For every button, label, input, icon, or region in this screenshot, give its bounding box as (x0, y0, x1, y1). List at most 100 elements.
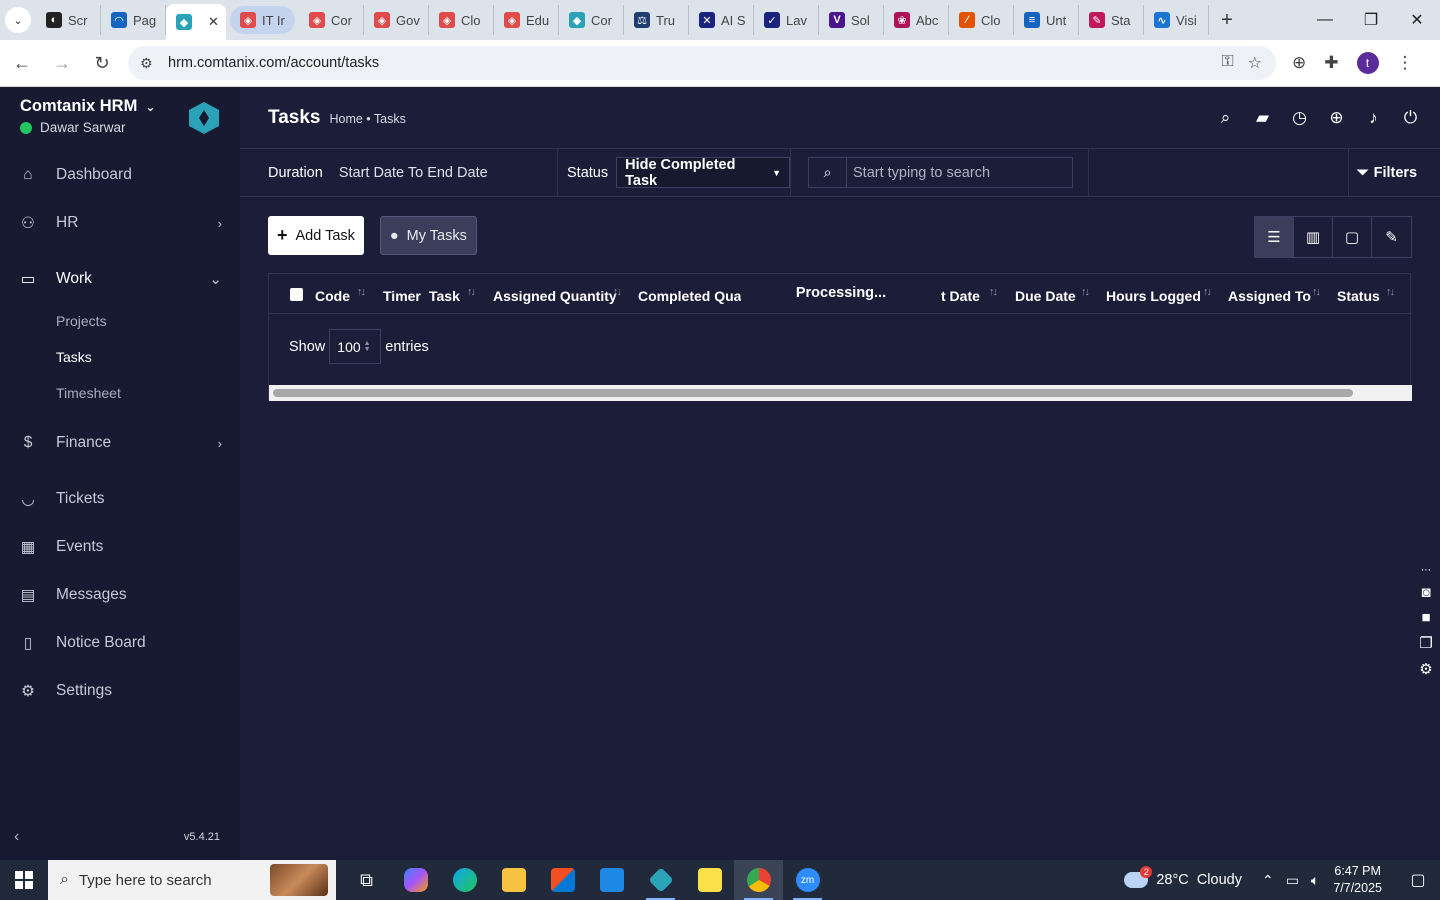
column-header-task[interactable]: Task (429, 288, 460, 304)
search-input[interactable] (847, 158, 1072, 187)
omnibox[interactable]: ⚙ hrm.comtanix.com/account/tasks ⚿ ☆ (128, 46, 1276, 80)
column-header-due-date[interactable]: Due Date (1015, 288, 1076, 304)
network-icon[interactable]: ▭ (1286, 872, 1299, 889)
duration-value[interactable]: Start Date To End Date (339, 165, 488, 181)
bookmark-star-icon[interactable]: ☆ (1248, 53, 1262, 73)
more-icon[interactable]: ⋯ (1421, 565, 1431, 576)
horizontal-scrollbar[interactable] (269, 385, 1412, 401)
browser-tab[interactable]: ❀ Abc (884, 5, 949, 35)
close-tab-icon[interactable]: ✕ (208, 14, 219, 30)
forward-icon[interactable]: → (44, 45, 80, 81)
file-explorer-icon[interactable] (489, 860, 538, 900)
browser-tab[interactable]: ⁄ Clo (949, 5, 1014, 35)
power-icon[interactable]: ⏻ (1401, 108, 1420, 127)
reload-icon[interactable]: ↻ (84, 45, 120, 81)
close-icon[interactable]: ✕ (1394, 0, 1440, 40)
translate-icon[interactable]: ⊕ (1292, 53, 1306, 73)
sidebar-item-tickets[interactable]: ◡ Tickets (0, 475, 240, 523)
scrollbar-thumb[interactable] (273, 389, 1353, 397)
sidebar-item-hr[interactable]: ⚇ HR › (0, 199, 240, 247)
select-all-checkbox[interactable] (290, 288, 303, 301)
tab-search-button[interactable]: ⌄ (0, 0, 36, 40)
browser-tab[interactable]: ◐ Scr (36, 5, 101, 35)
notification-center-icon[interactable]: ▢ (1396, 860, 1440, 900)
current-user[interactable]: Dawar Sarwar (20, 120, 126, 135)
browser-tab[interactable]: ◈ Edu (494, 5, 559, 35)
add-task-button[interactable]: + Add Task (268, 216, 364, 255)
sidebar-item-work[interactable]: ▭ Work ⌄ (0, 255, 240, 303)
clock-icon[interactable]: ◷ (1290, 108, 1309, 127)
board-view-icon[interactable]: ▥ (1294, 217, 1333, 257)
status-select[interactable]: Hide Completed Task ▼ (616, 157, 790, 189)
gear-icon[interactable]: ⚙ (1419, 660, 1432, 678)
breadcrumb[interactable]: Home • Tasks (329, 112, 405, 126)
sidebar-item-dashboard[interactable]: ⌂ Dashboard (0, 151, 240, 199)
sort-icon[interactable]: ↑↓ (989, 286, 998, 298)
column-header-assigned-quantity[interactable]: Assigned Quantity (493, 288, 617, 304)
minimize-icon[interactable]: — (1302, 0, 1348, 40)
column-header-completed-quantity[interactable]: Completed Quan (638, 288, 750, 304)
browser-tab[interactable]: ≡ Unt (1014, 5, 1079, 35)
sort-icon[interactable]: ↑↓ (1386, 286, 1395, 298)
column-header-status[interactable]: Status (1337, 288, 1380, 304)
browser-tab[interactable]: ✕ AI S (689, 5, 754, 35)
task-view-icon[interactable]: ⧉ (342, 860, 391, 900)
password-key-icon[interactable]: ⚿ (1221, 53, 1233, 73)
sidebar-item-settings[interactable]: ⚙ Settings (0, 667, 240, 715)
browser-tab[interactable]: ∿ Visi (1144, 5, 1209, 35)
volume-icon[interactable]: 🔈︎ (1311, 872, 1319, 889)
menu-kebab-icon[interactable]: ⋮ (1397, 53, 1414, 73)
copilot-icon[interactable] (391, 860, 440, 900)
column-header-hours-logged[interactable]: Hours Logged (1106, 288, 1201, 304)
add-circle-icon[interactable]: ⊕ (1327, 108, 1346, 127)
weather-widget[interactable]: 2 28°C Cloudy (1124, 866, 1242, 888)
browser-tab[interactable]: ◈ Clo (429, 5, 494, 35)
sidebar-subitem-projects[interactable]: Projects (0, 303, 240, 339)
edge-icon[interactable] (440, 860, 489, 900)
duration-filter[interactable]: Duration Start Date To End Date (240, 148, 558, 197)
browser-tab[interactable]: ◈ IT Ir (230, 6, 295, 34)
extensions-icon[interactable]: ✚ (1324, 53, 1338, 73)
sticky-notes-icon[interactable] (685, 860, 734, 900)
browser-tab[interactable]: ◆ Cor (559, 5, 624, 35)
sidebar-item-notice-board[interactable]: ▯ Notice Board (0, 619, 240, 667)
sort-icon[interactable]: ↑↓ (467, 286, 476, 298)
profile-avatar[interactable]: t (1356, 52, 1379, 74)
sticky-note-icon[interactable]: ▰ (1253, 108, 1272, 127)
entries-select[interactable]: 100 ▲ ▼ (329, 329, 382, 364)
zoom-icon[interactable]: zm (783, 860, 832, 900)
browser-tab[interactable]: ◈ Cor (299, 5, 364, 35)
new-tab-button[interactable]: + (1209, 9, 1245, 32)
hrm-app-icon[interactable] (636, 860, 685, 900)
brand-switcher[interactable]: Comtanix HRM ⌄ (20, 97, 155, 116)
column-header-start-date[interactable]: t Date (941, 288, 980, 304)
browser-tab[interactable]: ⚖ Tru (624, 5, 689, 35)
sort-icon[interactable]: ↑↓ (1312, 286, 1321, 298)
system-clock[interactable]: 6:47 PM 7/7/2025 (1333, 863, 1382, 897)
sidebar-item-events[interactable]: ▦ Events (0, 523, 240, 571)
column-header-assigned-to[interactable]: Assigned To (1228, 288, 1311, 304)
collapse-sidebar-icon[interactable]: ‹ (14, 828, 19, 846)
sidebar-subitem-tasks[interactable]: Tasks (0, 339, 240, 375)
sidebar-subitem-timesheet[interactable]: Timesheet (0, 375, 240, 411)
browser-tab[interactable]: ◠ Pag (101, 5, 166, 35)
restore-icon[interactable]: ❐ (1348, 0, 1394, 40)
my-tasks-button[interactable]: ● My Tasks (379, 216, 477, 255)
sort-icon[interactable]: ↑↓ (357, 286, 366, 298)
browser-tab[interactable]: ✓ Lav (754, 5, 819, 35)
camera-icon[interactable]: ◙ (1421, 584, 1430, 601)
sidebar-item-messages[interactable]: ▤ Messages (0, 571, 240, 619)
browser-tab[interactable]: ◈ Gov (364, 5, 429, 35)
chrome-icon[interactable] (734, 860, 783, 900)
filters-button[interactable]: ⏷ Filters (1349, 149, 1417, 197)
sort-icon[interactable]: ↑↓ (1203, 286, 1212, 298)
back-icon[interactable]: ← (4, 45, 40, 81)
taskbar-search[interactable]: ⌕ Type here to search (48, 860, 336, 900)
mail-icon[interactable] (587, 860, 636, 900)
site-info-icon[interactable]: ⚙ (140, 55, 162, 72)
sort-icon[interactable]: ↑↓ (613, 286, 622, 298)
windows-start-icon[interactable] (0, 860, 48, 900)
sidebar-item-finance[interactable]: $ Finance › (0, 419, 240, 467)
window-icon[interactable]: ❐ (1419, 634, 1432, 652)
bell-icon[interactable]: ♪ (1364, 108, 1383, 127)
